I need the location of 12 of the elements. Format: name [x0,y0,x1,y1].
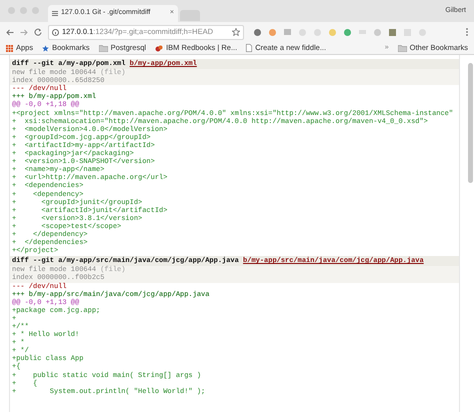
folder-icon [98,44,108,52]
forward-icon[interactable] [20,28,28,36]
folder-icon [398,44,407,52]
extension-icons-drawing[interactable] [254,28,426,36]
bookmark-logo-icon [155,44,164,52]
star-icon [42,44,50,52]
info-icon [52,28,59,36]
apps-grid-icon [6,44,13,52]
scrollbar[interactable] [468,63,473,183]
star-icon[interactable] [232,28,240,36]
reload-icon[interactable] [34,28,42,36]
back-icon[interactable] [6,28,14,36]
